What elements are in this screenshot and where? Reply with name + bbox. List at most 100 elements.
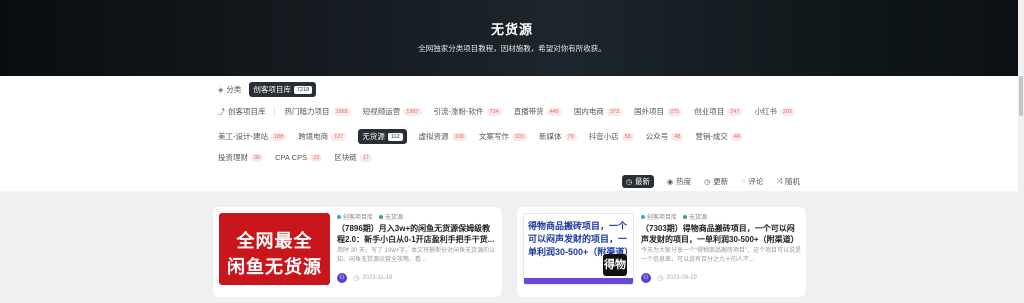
post-category[interactable]: 无货源	[379, 212, 403, 221]
sort-random[interactable]: ⤨ 随机	[776, 175, 800, 188]
post-category-label: 无货源	[689, 215, 708, 221]
subcategory-label: 小红书	[754, 107, 777, 116]
post-card[interactable]: 全网最全 闲鱼无货源 创客项目库 无货源 （7896期）月入3w+的闲鱼无货源保…	[213, 207, 502, 297]
divider	[273, 107, 275, 116]
category-active-label: 创客项目库	[253, 85, 291, 94]
subcategory-tag[interactable]: 小红书 202	[754, 106, 796, 117]
sort-comments[interactable]: ◌ 评论	[741, 175, 763, 188]
post-category[interactable]: 创客项目库	[641, 212, 677, 221]
subcategory-count: 78	[564, 132, 577, 141]
subcategory-label: 投资理财	[218, 153, 248, 162]
subcategory-row-2: 美工-设计-建站 188 跨境电商 127 无货源 112 虚拟资源 109 文案写作 103 新媒…	[218, 129, 755, 144]
subcategory-count: 112	[387, 132, 403, 141]
subcategory-tag[interactable]: 直播带货 445	[514, 106, 562, 117]
post-category[interactable]: 无货源	[683, 212, 707, 221]
post-meta: ⚇ ◷ 2023-11-18	[337, 273, 392, 283]
post-category-label: 无货源	[385, 215, 404, 221]
sort-newest[interactable]: ◷ 最新	[621, 175, 654, 188]
subcategory-label: 无货源	[362, 132, 385, 141]
subcategory-label: 公众号	[645, 132, 669, 141]
sort-updated[interactable]: ◷ 更新	[704, 175, 728, 188]
category-active[interactable]: 创客项目库 7218	[249, 82, 317, 97]
subcategory-count: 58	[621, 132, 634, 141]
subcategory-label: 跨境电商	[298, 132, 329, 141]
author-avatar[interactable]: ⚇	[337, 273, 347, 283]
comment-icon: ◌	[741, 178, 746, 185]
subcategory-tag[interactable]: 引流-涨粉-软件 734	[434, 106, 502, 117]
subcategory-tag[interactable]: 虚拟资源 109	[419, 131, 467, 142]
sort-bar: ◷ 最新 ◉ 热度 ◷ 更新 ◌ 评论 ⤨ 随机	[0, 170, 1018, 191]
subcategory-tag[interactable]: 抖音小店 58	[589, 131, 634, 142]
subcategory-label: 国内电商	[573, 107, 604, 116]
post-title[interactable]: （7303期）得物商品搬砖项目，一个可以闷声发财的项目，一单利润30-500+（…	[641, 223, 801, 245]
subcategory-count: 109	[451, 132, 467, 141]
category-dot	[641, 214, 645, 219]
subcategory-tag[interactable]: 文案写作 103	[478, 131, 528, 142]
post-thumbnail[interactable]: 得物商品搬砖项目，一个可以闷声发财的项目，一单利润30-500+（附渠道） 得物	[523, 213, 634, 285]
subcategory-tag[interactable]: 热门暗力项目 1965	[285, 106, 351, 117]
subcategory-tag[interactable]: 国内电商 372	[573, 106, 623, 117]
subcategory-tag[interactable]: 国外项目 275	[634, 106, 683, 117]
subcategory-count: 127	[331, 132, 347, 141]
post-category-label: 创客项目库	[343, 215, 374, 221]
parent-category-label[interactable]: 创客项目库	[228, 106, 266, 117]
post-categories: 创客项目库 无货源	[641, 212, 713, 221]
sort-updated-label: 更新	[713, 177, 729, 186]
shuffle-icon: ⤨	[776, 177, 782, 185]
subcategory-label: 直播带货	[513, 107, 544, 116]
thumbnail-text: 闲鱼无货源	[227, 257, 322, 277]
clock-icon: ◷	[704, 178, 711, 186]
post-title[interactable]: （7896期）月入3w+的闲鱼无货源保姆级教程2.0：新手小白从0-1开店盈利手…	[337, 223, 497, 245]
subcategory-tag[interactable]: 美工-设计-建站 188	[218, 131, 287, 142]
category-dot	[683, 214, 688, 219]
subcategory-row-3: 投资理财 36 CPA CPS 23 区块链 17	[218, 152, 384, 163]
post-thumbnail[interactable]: 全网最全 闲鱼无货源	[219, 213, 330, 285]
subcategory-count: 202	[779, 107, 796, 116]
post-card[interactable]: 得物商品搬砖项目，一个可以闷声发财的项目，一单利润30-500+（附渠道） 得物…	[517, 207, 806, 297]
post-excerpt: 今天为大家分享一个“得物商品搬砖项目”，这个项目可以说是一个信息差，可以说有百分…	[641, 248, 801, 263]
subcategory-label: 热门暗力项目	[284, 107, 330, 116]
subcategory-label: 国外项目	[634, 107, 665, 116]
clock-icon: ◷	[657, 275, 664, 282]
post-excerpt: 用时 30 天，写了 19w+字，本文将删斯份对闲鱼无货源的认知、闲鱼无货源运营…	[337, 248, 496, 263]
subcategory-count: 46	[730, 132, 744, 141]
subcategory-tag[interactable]: 短视频运营 1387	[363, 106, 422, 117]
post-category-label: 创客项目库	[647, 215, 678, 221]
subcategory-count: 445	[546, 107, 562, 116]
subcategory-tag[interactable]: 投资理财 36	[218, 152, 264, 163]
subcategory-label: 营销-成交	[695, 132, 728, 141]
subcategory-tag[interactable]: 公众号 48	[646, 131, 684, 142]
subcategory-tag[interactable]: 区块链 17	[334, 152, 372, 163]
subcategory-tag[interactable]: 营销-成交 46	[695, 131, 744, 142]
category-label: 分类	[226, 85, 242, 94]
post-categories: 创客项目库 无货源	[337, 212, 409, 221]
subcategory-label: 抖音小店	[588, 132, 619, 141]
subcategory-count: 275	[667, 107, 683, 116]
author-avatar[interactable]: ⚇	[641, 273, 651, 283]
subcategory-count: 247	[727, 107, 743, 116]
subcategory-tag[interactable]: 新媒体 78	[539, 131, 577, 142]
scrollbar-thumb[interactable]	[1019, 76, 1023, 116]
category-dot	[379, 214, 384, 219]
page-subtitle: 全网独家分类项目教程，因材施教，希望对你有所收获。	[418, 44, 606, 53]
sort-comments-label: 评论	[748, 177, 764, 186]
subcategory-label: 虚拟资源	[418, 132, 449, 141]
scrollbar[interactable]	[1018, 0, 1024, 303]
subcategory-count: 48	[671, 132, 684, 141]
subcategory-count: 1965	[332, 107, 351, 116]
subcategory-tag[interactable]: 无货源 112	[358, 129, 407, 144]
subcategory-label: 区块链	[334, 153, 357, 162]
subcategory-count: 1387	[403, 107, 422, 116]
post-date: 2023-11-18	[362, 275, 393, 281]
subcategory-tag[interactable]: 创业项目 247	[694, 106, 743, 117]
subcategory-tag[interactable]: 跨境电商 127	[298, 131, 347, 142]
clock-icon: ◷	[353, 275, 360, 282]
post-category[interactable]: 创客项目库	[337, 212, 373, 221]
subcategory-label: 短视频运营	[362, 107, 401, 116]
sort-newest-label: 最新	[635, 177, 650, 186]
sort-hot[interactable]: ◉ 热度	[667, 175, 691, 188]
subcategory-tag[interactable]: CPA CPS 23	[275, 153, 323, 162]
clock-icon: ◷	[625, 178, 632, 186]
thumbnail-text: 全网最全	[236, 231, 313, 251]
subcategory-label: 文案写作	[478, 132, 509, 141]
